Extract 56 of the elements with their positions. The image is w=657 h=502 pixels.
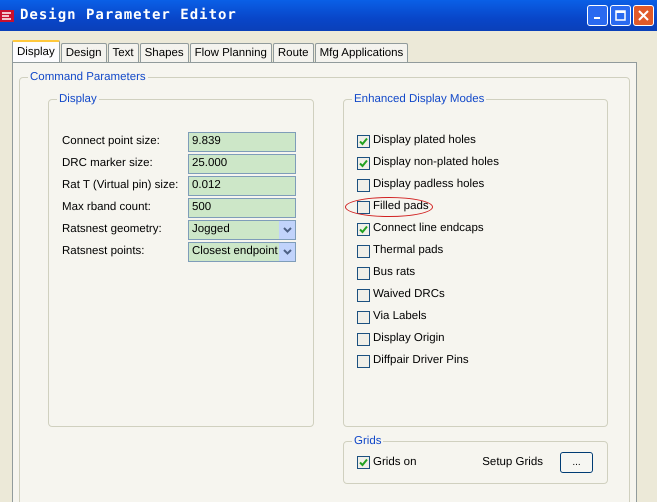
setup-grids-button[interactable]: ... bbox=[560, 452, 593, 473]
field-label: Ratsnest points: bbox=[62, 244, 146, 260]
checkbox-label: Diffpair Driver Pins bbox=[373, 353, 469, 368]
close-button[interactable] bbox=[633, 5, 654, 26]
tab[interactable]: Display bbox=[12, 40, 60, 62]
dropdown-value: Closest endpoint bbox=[192, 244, 278, 260]
group-title: Display bbox=[57, 92, 99, 106]
tab[interactable]: Mfg Applications bbox=[314, 43, 408, 62]
checkbox[interactable] bbox=[357, 200, 370, 214]
input-field[interactable]: 25.000 bbox=[188, 154, 296, 174]
maximize-icon bbox=[615, 10, 626, 21]
checkbox-label: Display plated holes bbox=[373, 133, 476, 148]
tab[interactable]: Flow Planning bbox=[190, 43, 272, 62]
checkbox-label: Grids on bbox=[373, 454, 416, 470]
field-label: DRC marker size: bbox=[62, 156, 154, 172]
checkbox-label: Bus rats bbox=[373, 265, 416, 280]
checkbox-label: Display Origin bbox=[373, 331, 445, 346]
tab[interactable]: Design bbox=[60, 43, 107, 62]
checkbox-label: Via Labels bbox=[373, 309, 426, 324]
checkbox-label: Waived DRCs bbox=[373, 287, 445, 302]
maximize-button[interactable] bbox=[610, 5, 631, 26]
checkbox[interactable] bbox=[357, 266, 370, 280]
checkbox[interactable] bbox=[357, 310, 370, 324]
dropdown-value: Jogged bbox=[192, 222, 230, 238]
dropdown[interactable]: Jogged bbox=[188, 220, 296, 240]
checkbox[interactable] bbox=[357, 134, 370, 148]
field-label: Rat T (Virtual pin) size: bbox=[62, 178, 180, 194]
tab[interactable]: Text bbox=[108, 43, 139, 62]
checkbox[interactable] bbox=[357, 456, 370, 469]
checkbox-label: Filled pads bbox=[373, 199, 429, 214]
checkbox[interactable] bbox=[357, 288, 370, 302]
input-field[interactable]: 500 bbox=[188, 198, 296, 218]
checkbox[interactable] bbox=[357, 156, 370, 170]
field-label: Ratsnest geometry: bbox=[62, 222, 163, 238]
checkbox-label: Display padless holes bbox=[373, 177, 484, 192]
checkbox[interactable] bbox=[357, 244, 370, 258]
checkbox-label: Thermal pads bbox=[373, 243, 444, 258]
input-field[interactable]: 0.012 bbox=[188, 176, 296, 196]
input-field[interactable]: 9.839 bbox=[188, 132, 296, 152]
checkbox[interactable] bbox=[357, 332, 370, 346]
checkbox-label: Connect line endcaps bbox=[373, 221, 484, 236]
tab[interactable]: Route bbox=[272, 43, 314, 62]
checkbox[interactable] bbox=[357, 178, 370, 192]
minimize-button[interactable] bbox=[587, 5, 608, 26]
dropdown[interactable]: Closest endpoint bbox=[188, 242, 296, 262]
field-label: Max rband count: bbox=[62, 200, 152, 216]
app-icon bbox=[0, 8, 14, 24]
checkbox[interactable] bbox=[357, 222, 370, 236]
close-icon bbox=[638, 10, 649, 21]
tab[interactable]: Shapes bbox=[140, 43, 189, 62]
checkbox-label: Display non-plated holes bbox=[373, 155, 499, 170]
setup-grids-label: Setup Grids bbox=[482, 454, 543, 470]
window-title: Design Parameter Editor bbox=[20, 6, 237, 25]
group-title: Enhanced Display Modes bbox=[352, 92, 486, 106]
checkbox[interactable] bbox=[357, 354, 370, 368]
field-label: Connect point size: bbox=[62, 134, 161, 150]
